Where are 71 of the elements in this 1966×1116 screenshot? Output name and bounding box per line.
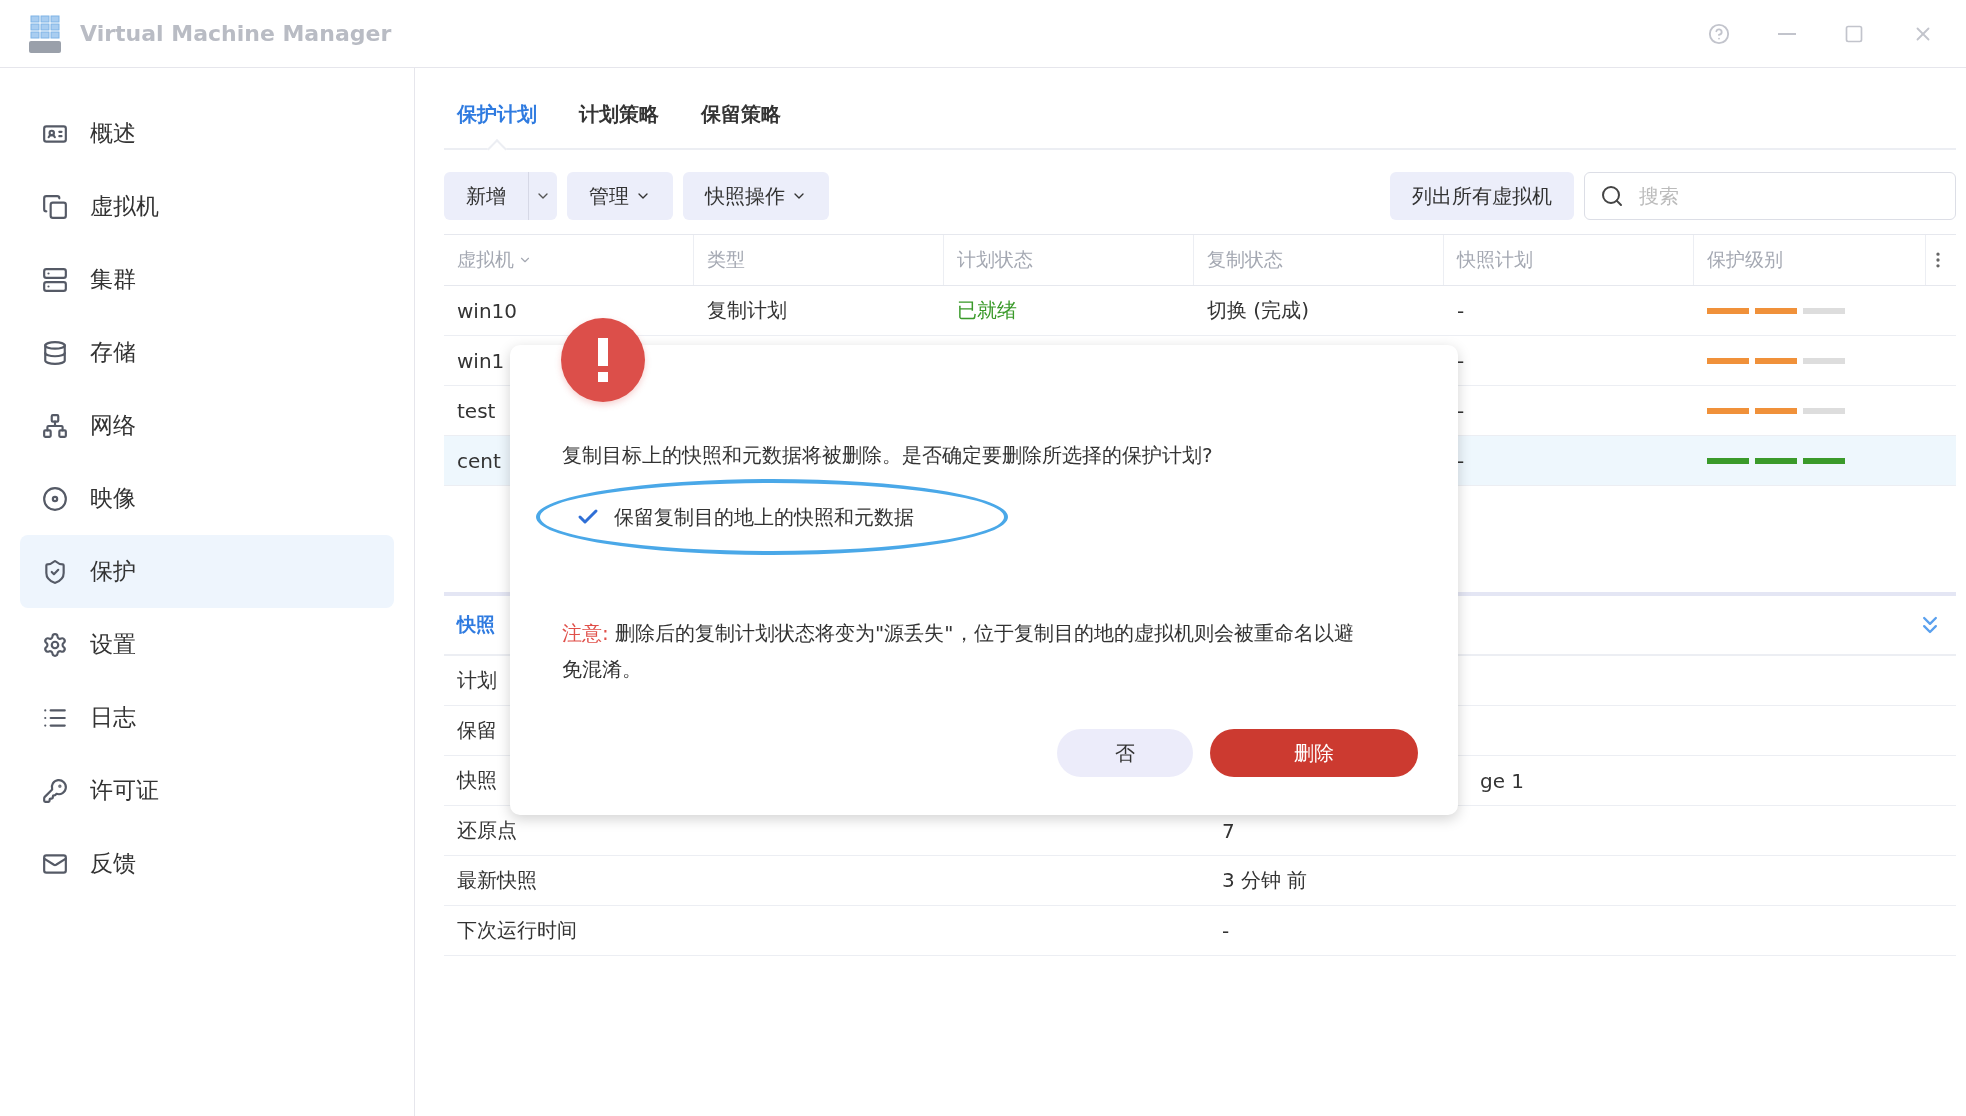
shield-icon — [42, 558, 68, 585]
sidebar-label: 概述 — [90, 119, 136, 148]
app-logo-icon — [28, 13, 62, 54]
maximize-icon — [1844, 23, 1864, 44]
detail-value: 3 分钟 前 — [1222, 867, 1308, 894]
table-cell: - — [1457, 398, 1465, 423]
detail-value: - — [1222, 918, 1230, 943]
cancel-button[interactable]: 否 — [1057, 729, 1193, 777]
sidebar-item[interactable]: 集群 — [20, 243, 394, 316]
table-cell: win10 — [457, 298, 518, 323]
search-field[interactable]: 搜索 — [1584, 172, 1956, 220]
sidebar-label: 保护 — [90, 557, 136, 586]
network-icon — [42, 412, 68, 439]
sidebar-label: 设置 — [90, 630, 136, 659]
key-icon — [42, 777, 68, 804]
detail-label: 保留 — [457, 717, 497, 744]
delete-button[interactable]: 删除 — [1210, 729, 1418, 777]
tab[interactable]: 保留策略 — [701, 101, 781, 128]
sidebar-label: 日志 — [90, 703, 136, 732]
help-icon — [1708, 22, 1730, 45]
dialog-note: 注意: 删除后的复制计划状态将变为"源丢失"，位于复制目的地的虚拟机则会被重命名以避免混淆。 — [562, 620, 1355, 683]
table-cell: cent — [457, 448, 501, 473]
sidebar-label: 集群 — [90, 265, 136, 294]
table-cell: 切换 (完成) — [1207, 297, 1309, 324]
sidebar-item[interactable]: 存储 — [20, 316, 394, 389]
table-cell: - — [1457, 348, 1465, 373]
database-icon — [42, 339, 68, 366]
sidebar-label: 映像 — [90, 484, 136, 513]
copy-icon — [42, 193, 68, 220]
add-button[interactable]: 新增 — [444, 172, 529, 220]
list-all-button[interactable]: 列出所有虚拟机 — [1390, 172, 1574, 220]
add-split-button[interactable]: 新增 — [444, 172, 557, 220]
disc-icon — [42, 485, 68, 512]
detail-label: 快照 — [457, 767, 497, 794]
table-cell: 复制计划 — [707, 297, 787, 324]
sidebar-item[interactable]: 保护 — [20, 535, 394, 608]
table-cell: test — [457, 398, 496, 423]
sidebar-item[interactable]: 日志 — [20, 681, 394, 754]
tab[interactable]: 保护计划 — [457, 101, 537, 128]
detail-label: 计划 — [457, 667, 497, 694]
table-cell: 已就绪 — [957, 297, 1017, 324]
menu-button[interactable]: 快照操作 — [683, 172, 829, 220]
minimize-icon — [1778, 32, 1796, 35]
detail-label: 还原点 — [457, 817, 517, 844]
table-cell: win1 — [457, 348, 505, 373]
table-cell: - — [1457, 298, 1465, 323]
sidebar-item[interactable]: 概述 — [20, 97, 394, 170]
sidebar-label: 虚拟机 — [90, 192, 159, 221]
sidebar-item[interactable]: 虚拟机 — [20, 170, 394, 243]
dialog-message: 复制目标上的快照和元数据将被删除。是否确定要删除所选择的保护计划? — [562, 442, 1214, 469]
sidebar-item[interactable]: 设置 — [20, 608, 394, 681]
detail-label: 最新快照 — [457, 867, 537, 894]
search-icon — [1600, 184, 1624, 208]
tab[interactable]: 快照 — [457, 612, 495, 638]
detail-value: 7 — [1222, 818, 1235, 843]
sidebar-label: 网络 — [90, 411, 136, 440]
table-cell: - — [1457, 448, 1465, 473]
sidebar-item[interactable]: 反馈 — [20, 827, 394, 900]
window-title: Virtual Machine Manager — [80, 21, 393, 46]
menu-button[interactable]: 管理 — [567, 172, 673, 220]
sidebar-item[interactable]: 许可证 — [20, 754, 394, 827]
detail-value: ge 1 — [1480, 768, 1525, 793]
sidebar-item[interactable]: 映像 — [20, 462, 394, 535]
settings-icon — [42, 631, 68, 658]
tab[interactable]: 计划策略 — [579, 101, 659, 128]
sidebar-item[interactable]: 网络 — [20, 389, 394, 462]
detail-label: 下次运行时间 — [457, 917, 577, 944]
server-icon — [42, 266, 68, 293]
sidebar-label: 反馈 — [90, 849, 136, 878]
sidebar-label: 许可证 — [90, 776, 159, 805]
sidebar-label: 存储 — [90, 338, 136, 367]
